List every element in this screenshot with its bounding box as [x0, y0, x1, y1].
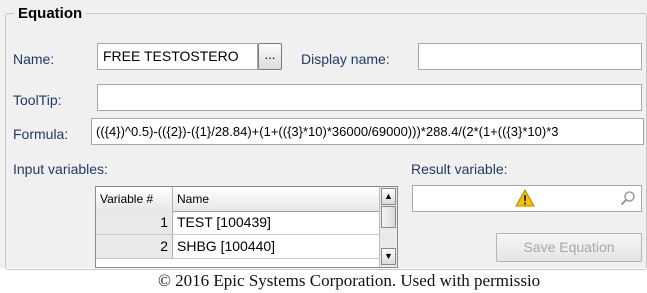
- input-variables-grid[interactable]: Variable # Name 1 TEST [100439] 2 SHBG […: [95, 186, 398, 268]
- variable-name-cell[interactable]: SHBG [100440]: [173, 235, 379, 258]
- display-name-input[interactable]: [418, 43, 642, 70]
- browse-button[interactable]: ...: [258, 43, 282, 70]
- equation-panel: Equation Name: FREE TESTOSTERO ... Displ…: [0, 0, 647, 270]
- save-equation-button[interactable]: Save Equation: [496, 233, 642, 262]
- tooltip-label: ToolTip:: [13, 92, 62, 108]
- tooltip-input[interactable]: [97, 84, 642, 111]
- result-variable-label: Result variable:: [411, 161, 508, 177]
- formula-label: Formula:: [13, 126, 69, 142]
- grid-header: Variable # Name: [96, 187, 379, 212]
- table-row[interactable]: 1 TEST [100439]: [96, 211, 379, 235]
- column-header-name[interactable]: Name: [173, 187, 379, 211]
- column-header-variable-number[interactable]: Variable #: [96, 187, 173, 211]
- warning-icon: [515, 189, 535, 207]
- variable-number-cell: 1: [96, 211, 173, 234]
- input-variables-label: Input variables:: [13, 161, 108, 177]
- group-title: Equation: [14, 5, 87, 22]
- search-icon[interactable]: [620, 190, 636, 206]
- variable-number-cell: 2: [96, 235, 173, 258]
- copyright-caption: © 2016 Epic Systems Corporation. Used wi…: [158, 271, 541, 290]
- variable-name-cell[interactable]: TEST [100439]: [173, 211, 379, 234]
- scroll-down-button[interactable]: ▼: [381, 248, 396, 265]
- name-label: Name:: [13, 51, 55, 67]
- name-input[interactable]: FREE TESTOSTERO: [97, 43, 258, 70]
- formula-input[interactable]: (({4})^0.5)-(({2})-({1}/28.84)+(1+(({3}*…: [91, 118, 644, 145]
- scroll-thumb[interactable]: [381, 206, 396, 228]
- scroll-up-button[interactable]: ▲: [381, 188, 396, 205]
- display-name-label: Display name:: [301, 51, 390, 67]
- table-row[interactable]: 2 SHBG [100440]: [96, 235, 379, 259]
- grid-scrollbar[interactable]: ▲ ▼: [379, 187, 397, 267]
